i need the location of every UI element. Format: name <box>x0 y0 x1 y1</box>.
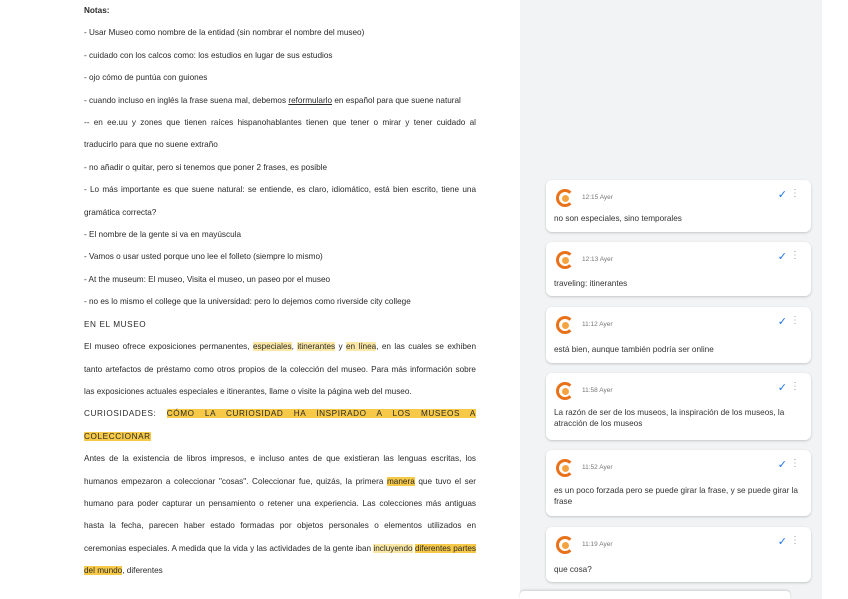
note-line: - ojo cómo de puntúa con guiones <box>84 73 208 83</box>
comment-time: 11:58 Ayer <box>582 387 613 394</box>
avatar <box>556 459 574 477</box>
avatar <box>556 251 574 269</box>
highlight-incluyendo[interactable]: incluyendo <box>373 543 413 553</box>
commented-word-link[interactable]: reformularlo <box>288 96 332 105</box>
note-line: - El nombre de la gente si va en mayúscu… <box>84 230 242 240</box>
highlight-itinerantes[interactable]: itinerantes <box>297 342 336 352</box>
comment-time: 12:13 Ayer <box>582 256 613 263</box>
more-vert-icon[interactable]: ⋮ <box>790 535 800 546</box>
more-vert-icon[interactable]: ⋮ <box>790 188 800 199</box>
note-line: - Vamos o usar usted porque uno lee el f… <box>84 252 323 262</box>
check-icon[interactable]: ✓ <box>778 381 787 394</box>
highlight-manera[interactable]: manera <box>386 476 415 486</box>
notes-title: Notas: <box>84 6 110 15</box>
check-icon[interactable]: ✓ <box>778 535 787 548</box>
section-heading: EN EL MUSEO <box>84 319 147 329</box>
comment-card[interactable]: 12:15 Ayer ✓ ⋮ no son especiales, sino t… <box>546 180 811 232</box>
comment-time: 11:19 Ayer <box>582 541 613 548</box>
comment-card[interactable]: 11:52 Ayer ✓ ⋮ es un poco forzada pero s… <box>546 450 811 516</box>
comment-text: La razón de ser de los museos, la inspir… <box>554 408 785 428</box>
comment-time: 12:15 Ayer <box>582 194 613 201</box>
note-line: - no añadir o quitar, pero si tenemos qu… <box>84 162 328 172</box>
comment-card-partial[interactable] <box>520 591 790 599</box>
comments-panel: 12:15 Ayer ✓ ⋮ no son especiales, sino t… <box>520 0 848 599</box>
more-vert-icon[interactable]: ⋮ <box>790 315 800 326</box>
paragraph-curiosidades: Antes de la existencia de libros impreso… <box>84 454 477 576</box>
note-line: - no es lo mismo el college que la unive… <box>84 297 411 307</box>
note-line: - Usar Museo como nombre de la entidad (… <box>84 28 365 38</box>
comment-time: 11:12 Ayer <box>582 321 613 328</box>
comment-card[interactable]: 11:19 Ayer ✓ ⋮ que cosa? <box>546 527 811 582</box>
comment-text: traveling: itinerantes <box>554 279 628 288</box>
comment-text: está bien, aunque también podría ser onl… <box>554 345 714 354</box>
check-icon[interactable]: ✓ <box>778 458 787 471</box>
avatar <box>556 189 574 207</box>
note-line: -- en ee.uu y zones que tienen raíces hi… <box>84 118 476 150</box>
paragraph-museum: El museo ofrece exposiciones permanentes… <box>84 342 476 396</box>
avatar <box>556 382 574 400</box>
comment-time: 11:52 Ayer <box>582 464 613 471</box>
note-line: - At the museum: El museo, Visita el mus… <box>84 274 331 284</box>
check-icon[interactable]: ✓ <box>778 315 787 328</box>
comment-text: no son especiales, sino temporales <box>554 214 682 223</box>
more-vert-icon[interactable]: ⋮ <box>790 458 800 469</box>
comment-card[interactable]: 11:58 Ayer ✓ ⋮ La razón de ser de los mu… <box>546 373 811 440</box>
avatar <box>556 316 574 334</box>
comment-text: que cosa? <box>554 565 592 574</box>
check-icon[interactable]: ✓ <box>778 250 787 263</box>
check-icon[interactable]: ✓ <box>778 188 787 201</box>
avatar <box>556 536 574 554</box>
note-line: - cuidado con los calcos como: los estud… <box>84 50 333 60</box>
note-line: - Lo más importante es que suene natural… <box>84 185 476 217</box>
document-body[interactable]: Notas: - Usar Museo como nombre de la en… <box>84 0 476 583</box>
section-heading-curiosidades: CURIOSIDADES: CÓMO LA CURIOSIDAD HA INSP… <box>84 409 476 441</box>
highlight-especiales[interactable]: especiales <box>252 342 292 352</box>
comment-card[interactable]: 12:13 Ayer ✓ ⋮ traveling: itinerantes <box>546 242 811 296</box>
more-vert-icon[interactable]: ⋮ <box>790 381 800 392</box>
note-line: - cuando incluso en inglés la frase suen… <box>84 95 461 105</box>
more-vert-icon[interactable]: ⋮ <box>790 250 800 261</box>
highlight-en-linea[interactable]: en línea <box>345 342 377 352</box>
comment-text: es un poco forzada pero se puede girar l… <box>554 486 798 506</box>
comment-card[interactable]: 11:12 Ayer ✓ ⋮ está bien, aunque también… <box>546 307 811 363</box>
document-page: Notas: - Usar Museo como nombre de la en… <box>0 0 520 599</box>
